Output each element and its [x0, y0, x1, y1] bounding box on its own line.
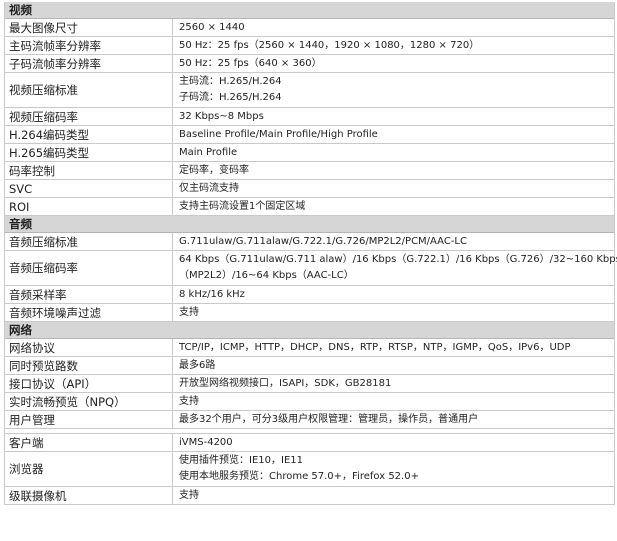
spec-value-line: 支持	[179, 306, 199, 318]
spec-row: 级联摄像机 支持	[5, 487, 614, 505]
spec-value-line: 支持	[179, 395, 199, 407]
spec-label: 浏览器	[5, 452, 173, 486]
spec-value-line: 开放型网络视频接口，ISAPI，SDK，GB28181	[179, 377, 392, 389]
spec-value-line: 最多6路	[179, 359, 216, 371]
spec-label: 实时流畅预览（NPQ）	[5, 393, 173, 410]
spec-value: 使用插件预览：IE10，IE11 使用本地服务预览：Chrome 57.0+，Fi…	[173, 452, 614, 486]
spec-value: 支持	[173, 304, 614, 321]
spec-value-line: 支持	[179, 489, 199, 501]
spec-value: 最多32个用户，可分3级用户权限管理：管理员，操作员，普通用户	[173, 411, 614, 428]
spec-value-line: 使用插件预览：IE10，IE11	[179, 455, 303, 466]
spec-value: 最多6路	[173, 357, 614, 374]
section-header: 音频	[5, 216, 614, 233]
spec-label: ROI	[5, 198, 173, 215]
spec-value: 50 Hz：25 fps（640 × 360）	[173, 55, 614, 72]
spec-label: 最大图像尺寸	[5, 19, 173, 36]
spec-label: H.264编码类型	[5, 126, 173, 143]
spec-value: 开放型网络视频接口，ISAPI，SDK，GB28181	[173, 375, 614, 392]
spec-value-line: 2560 × 1440	[179, 21, 245, 33]
spec-value: 8 kHz/16 kHz	[173, 286, 614, 303]
spec-value-line: Baseline Profile/Main Profile/High Profi…	[179, 128, 378, 140]
spec-value: G.711ulaw/G.711alaw/G.722.1/G.726/MP2L2/…	[173, 233, 614, 250]
spec-value: Main Profile	[173, 144, 614, 161]
spec-value: 支持	[173, 393, 614, 410]
spec-value: 主码流：H.265/H.264 子码流：H.265/H.264	[173, 73, 614, 107]
spec-row: 最大图像尺寸 2560 × 1440	[5, 19, 614, 37]
spec-table: 视频 最大图像尺寸 2560 × 1440 主码流帧率分辨率 50 Hz：25 fps（…	[4, 2, 617, 505]
spec-row: 码率控制 定码率，变码率	[5, 162, 614, 180]
spec-value: TCP/IP，ICMP，HTTP，DHCP，DNS，RTP，RTSP，NTP，I…	[173, 339, 614, 356]
spec-label: 用户管理	[5, 411, 173, 428]
section-header: 网络	[5, 322, 614, 339]
spec-value-line: 最多32个用户，可分3级用户权限管理：管理员，操作员，普通用户	[179, 413, 479, 425]
spec-label: 音频采样率	[5, 286, 173, 303]
spec-value: 支持主码流设置1个固定区域	[173, 198, 614, 215]
spec-row: 音频压缩码率 64 Kbps（G.711ulaw/G.711 alaw）/16 K…	[5, 251, 617, 286]
spec-row: SVC 仅主码流支持	[5, 180, 614, 198]
spec-row: 子码流帧率分辨率 50 Hz：25 fps（640 × 360）	[5, 55, 614, 73]
spec-row: H.264编码类型 Baseline Profile/Main Profile/H…	[5, 126, 614, 144]
spec-value-line: Main Profile	[179, 146, 238, 158]
spec-value: 2560 × 1440	[173, 19, 614, 36]
spec-value-line: 50 Hz：25 fps（640 × 360）	[179, 57, 322, 69]
spec-value-line: 50 Hz：25 fps（2560 × 1440，1920 × 1080，128…	[179, 39, 480, 51]
spec-value: 50 Hz：25 fps（2560 × 1440，1920 × 1080，128…	[173, 37, 614, 54]
spec-value-line: （MP2L2）/16~64 Kbps（AAC-LC）	[179, 270, 354, 281]
spec-value-line: 子码流：H.265/H.264	[179, 92, 282, 103]
spec-value-line: iVMS-4200	[179, 436, 233, 448]
spec-value-line: TCP/IP，ICMP，HTTP，DHCP，DNS，RTP，RTSP，NTP，I…	[179, 341, 571, 353]
spec-value: iVMS-4200	[173, 434, 614, 451]
spec-label: 主码流帧率分辨率	[5, 37, 173, 54]
spec-label: 视频压缩标准	[5, 73, 173, 107]
spec-label: 同时预览路数	[5, 357, 173, 374]
spec-row: H.265编码类型 Main Profile	[5, 144, 614, 162]
spec-label: H.265编码类型	[5, 144, 173, 161]
spec-row: 网络协议 TCP/IP，ICMP，HTTP，DHCP，DNS，RTP，RTSP，N…	[5, 339, 614, 357]
spec-value-line: 支持主码流设置1个固定区域	[179, 200, 306, 212]
spec-label: 码率控制	[5, 162, 173, 179]
spec-value: 32 Kbps~8 Mbps	[173, 108, 614, 125]
spec-value-line: 主码流：H.265/H.264	[179, 76, 282, 87]
spec-label: 子码流帧率分辨率	[5, 55, 173, 72]
spec-label: 客户端	[5, 434, 173, 451]
spec-value-line: 使用本地服务预览：Chrome 57.0+，Firefox 52.0+	[179, 471, 419, 482]
spec-value: 仅主码流支持	[173, 180, 614, 197]
spec-value-line: 64 Kbps（G.711ulaw/G.711 alaw）/16 Kbps（G.…	[179, 254, 617, 265]
spec-label: 接口协议（API）	[5, 375, 173, 392]
spec-label: 级联摄像机	[5, 487, 173, 504]
spec-row: 视频压缩标准 主码流：H.265/H.264 子码流：H.265/H.264	[5, 73, 614, 108]
spec-value: 支持	[173, 487, 614, 504]
spec-row: 实时流畅预览（NPQ） 支持	[5, 393, 614, 411]
spec-value-line: 8 kHz/16 kHz	[179, 288, 245, 300]
spec-row: 接口协议（API） 开放型网络视频接口，ISAPI，SDK，GB28181	[5, 375, 614, 393]
spec-label: SVC	[5, 180, 173, 197]
spec-value: 64 Kbps（G.711ulaw/G.711 alaw）/16 Kbps（G.…	[173, 251, 617, 285]
spec-row: 音频采样率 8 kHz/16 kHz	[5, 286, 614, 304]
spec-value-line: G.711ulaw/G.711alaw/G.722.1/G.726/MP2L2/…	[179, 235, 467, 247]
spec-row: 浏览器 使用插件预览：IE10，IE11 使用本地服务预览：Chrome 57.0+…	[5, 452, 614, 487]
spec-label: 音频压缩码率	[5, 251, 173, 285]
spec-row: 同时预览路数 最多6路	[5, 357, 614, 375]
spec-row: 视频压缩码率 32 Kbps~8 Mbps	[5, 108, 614, 126]
spec-value-line: 定码率，变码率	[179, 164, 249, 176]
section-header: 视频	[5, 2, 614, 19]
spec-row: 客户端 iVMS-4200	[5, 434, 614, 452]
spec-label: 音频压缩标准	[5, 233, 173, 250]
spec-label: 音频环境噪声过滤	[5, 304, 173, 321]
spec-row: 用户管理 最多32个用户，可分3级用户权限管理：管理员，操作员，普通用户	[5, 411, 614, 429]
spec-row: 音频压缩标准 G.711ulaw/G.711alaw/G.722.1/G.726/…	[5, 233, 614, 251]
spec-row: 主码流帧率分辨率 50 Hz：25 fps（2560 × 1440，1920 × …	[5, 37, 614, 55]
spec-row: ROI 支持主码流设置1个固定区域	[5, 198, 614, 216]
spec-value-line: 32 Kbps~8 Mbps	[179, 110, 264, 122]
spec-value-line: 仅主码流支持	[179, 182, 239, 194]
spec-value: Baseline Profile/Main Profile/High Profi…	[173, 126, 614, 143]
spec-value: 定码率，变码率	[173, 162, 614, 179]
spec-label: 视频压缩码率	[5, 108, 173, 125]
spec-label: 网络协议	[5, 339, 173, 356]
spec-row: 音频环境噪声过滤 支持	[5, 304, 614, 322]
